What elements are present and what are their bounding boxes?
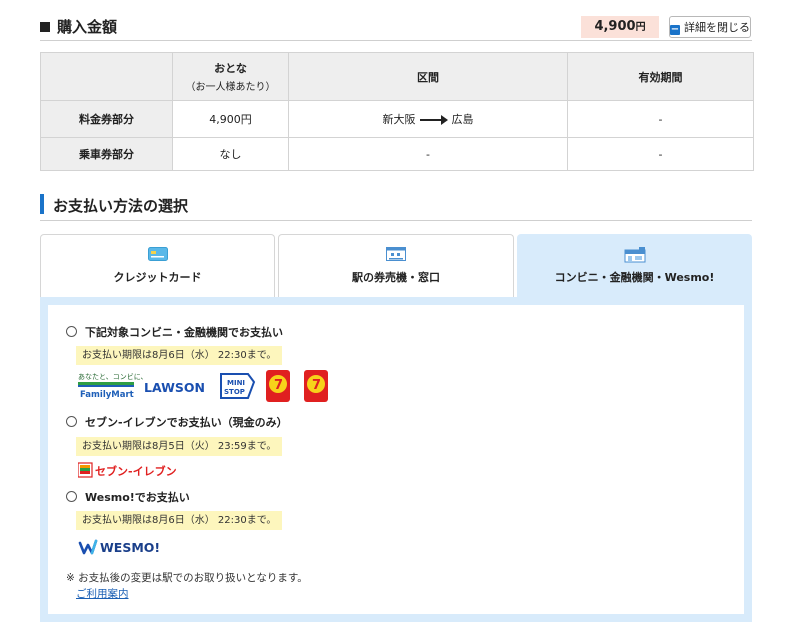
cell-adult-fare: 4,900円 (172, 100, 289, 138)
close-details-button[interactable]: − 詳細を閉じる (669, 16, 751, 38)
cell-validity: - (567, 137, 754, 171)
cell-adult-ticket: なし (172, 137, 289, 171)
svg-text:7: 7 (312, 378, 321, 393)
ministop-logo: MINI STOP (220, 373, 256, 399)
option-convenience-label: 下記対象コンビニ・金融機関でお支払い (85, 326, 283, 339)
radio-convenience-store[interactable] (66, 326, 77, 337)
cell-validity: - (567, 100, 754, 138)
table-header-validity: 有効期間 (567, 52, 754, 101)
option-seven-eleven[interactable]: セブン-イレブンでお支払い（現金のみ） (66, 414, 288, 430)
usage-guide-link[interactable]: ご利用案内 (76, 586, 129, 601)
svg-text:あなたと、コンビに、: あなたと、コンビに、 (78, 372, 148, 381)
option-convenience-store[interactable]: 下記対象コンビニ・金融機関でお支払い (66, 324, 283, 340)
tab-convenience-label: コンビニ・金融機関・Wesmo! (554, 271, 715, 284)
row-label-ticket: 乗車券部分 (40, 137, 173, 171)
convenience-logos: あなたと、コンビに、 FamilyMart LAWSON MINI STOP 7… (78, 370, 338, 407)
table-header-adult: おとな （お一人様あたり） (172, 52, 289, 101)
section-to: 広島 (451, 113, 474, 126)
deadline-wesmo: お支払い期限は8月6日（水） 22:30まで。 (76, 511, 283, 530)
payment-method-title: お支払い方法の選択 (53, 197, 189, 215)
cell-section: 新大阪 広島 (288, 100, 568, 138)
tab-station-ticket-machine[interactable]: 駅の券売機・窓口 (278, 234, 514, 297)
page: 購入金額 4,900円 − 詳細を閉じる おとな （お一人様あたり） 区間 有効期… (0, 0, 800, 638)
adult-header-label: おとな (214, 62, 247, 75)
payment-tabs: クレジットカード 駅の券売機・窓口 コンビニ・金融機関・Wesmo! (40, 234, 752, 297)
arrow-right-icon (419, 115, 448, 125)
convenience-store-icon (624, 247, 646, 266)
payment-note: ※ お支払後の変更は駅でのお取り扱いとなります。 (66, 572, 308, 584)
wesmo-logo: WESMO! (78, 537, 178, 560)
total-amount-unit: 円 (635, 22, 646, 33)
svg-text:STOP: STOP (224, 388, 245, 396)
familymart-logo: あなたと、コンビに、 FamilyMart (78, 372, 148, 400)
total-amount-value: 4,900 (594, 19, 636, 34)
payment-panel-content: 下記対象コンビニ・金融機関でお支払い お支払い期限は8月6日（水） 22:30ま… (48, 305, 744, 614)
table-header-row: おとな （お一人様あたり） 区間 有効期間 (40, 52, 754, 101)
minus-icon: − (670, 24, 680, 35)
close-details-label: 詳細を閉じる (684, 21, 750, 34)
svg-text:FamilyMart: FamilyMart (80, 390, 134, 400)
section-from: 新大阪 (382, 113, 416, 126)
option-seven-eleven-label: セブン-イレブンでお支払い（現金のみ） (85, 416, 288, 429)
heading-accent-bar (40, 194, 44, 214)
option-wesmo-label: Wesmo!でお支払い (85, 491, 190, 504)
yamazaki-shop-logo: 7 (304, 370, 328, 402)
deadline-convenience-store: お支払い期限は8月6日（水） 22:30まで。 (76, 346, 283, 365)
ticket-machine-icon (386, 247, 406, 264)
fare-table: おとな （お一人様あたり） 区間 有効期間 料金券部分 4,900円 新大阪 広島… (40, 52, 754, 171)
purchase-amount-title: 購入金額 (40, 16, 117, 37)
total-amount: 4,900円 (581, 16, 659, 38)
tab-credit-card-label: クレジットカード (113, 271, 202, 284)
svg-text:WESMO!: WESMO! (100, 540, 160, 555)
deadline-seven-eleven: お支払い期限は8月5日（火） 23:59まで。 (76, 437, 283, 456)
adult-header-sub: （お一人様あたり） (185, 82, 276, 93)
svg-text:LAWSON: LAWSON (144, 380, 205, 395)
option-wesmo[interactable]: Wesmo!でお支払い (66, 489, 190, 505)
radio-wesmo[interactable] (66, 491, 77, 502)
purchase-amount-header: 購入金額 4,900円 − 詳細を閉じる (40, 12, 752, 41)
cell-section: - (288, 137, 568, 171)
credit-card-icon (147, 247, 168, 264)
purchase-amount-title-text: 購入金額 (57, 18, 118, 36)
svg-text:7: 7 (274, 378, 283, 393)
table-header-blank (40, 52, 173, 101)
square-bullet-icon (40, 22, 50, 32)
lawson-logo: LAWSON (144, 380, 205, 395)
daily-yamazaki-logo: 7 (266, 370, 290, 402)
tab-credit-card[interactable]: クレジットカード (40, 234, 275, 297)
payment-panel: 下記対象コンビニ・金融機関でお支払い お支払い期限は8月6日（水） 22:30ま… (40, 297, 752, 622)
tab-convenience-store[interactable]: コンビニ・金融機関・Wesmo! (517, 234, 752, 297)
radio-seven-eleven[interactable] (66, 416, 77, 427)
tab-station-label: 駅の券売機・窓口 (352, 271, 440, 284)
table-header-section: 区間 (288, 52, 568, 101)
table-row: 乗車券部分 なし - - (40, 137, 754, 171)
payment-method-heading: お支払い方法の選択 (40, 194, 752, 221)
table-row: 料金券部分 4,900円 新大阪 広島 - (40, 100, 754, 138)
svg-text:MINI: MINI (227, 379, 245, 387)
svg-text:セブン-イレブン: セブン-イレブン (95, 464, 177, 478)
row-label-fare: 料金券部分 (40, 100, 173, 138)
seven-eleven-logo: セブン-イレブン (77, 462, 178, 483)
